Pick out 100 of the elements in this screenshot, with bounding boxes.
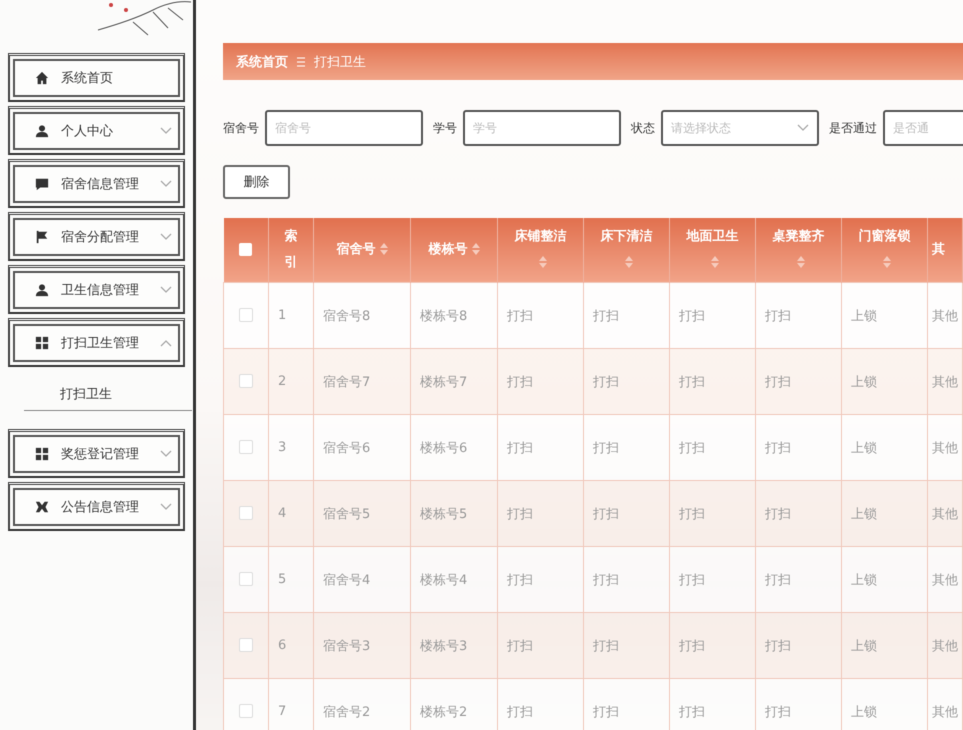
table-cell: 上锁 (851, 308, 877, 324)
input-field[interactable]: 是否通 (883, 110, 963, 146)
table-cell: 上锁 (851, 638, 877, 654)
table-cell: 上锁 (851, 440, 877, 456)
table-cell: 打扫 (507, 506, 533, 522)
table-cell: 宿舍号3 (323, 638, 370, 654)
table-cell: 其他 (932, 308, 958, 324)
table-cell: 3 (278, 440, 286, 455)
table-cell: 打扫 (679, 308, 705, 324)
input-field[interactable]: 学号 (463, 110, 621, 146)
select-field[interactable]: 请选择状态 (661, 110, 819, 146)
table-cell: 打扫 (679, 638, 705, 654)
row-checkbox[interactable] (239, 374, 253, 388)
grid-icon (35, 447, 49, 461)
table-cell: 1 (278, 308, 286, 323)
table-cell: 楼栋号5 (420, 506, 468, 522)
table-cell: 打扫 (593, 506, 619, 522)
table-cell: 上锁 (851, 506, 877, 522)
table-cell: 打扫 (507, 638, 533, 654)
menu-item[interactable]: 公告信息管理 (13, 488, 180, 526)
menu-item[interactable]: 宿舍分配管理 (13, 218, 180, 256)
table-cell: 楼栋号2 (420, 704, 468, 720)
chevron-down-icon (160, 286, 172, 294)
home-icon (35, 71, 49, 85)
column-header: 门窗落锁 (858, 229, 910, 244)
menu-item[interactable]: 打扫卫生管理 (13, 324, 180, 362)
table-cell: 宿舍号8 (323, 308, 370, 324)
filter-label: 学号 (433, 120, 457, 136)
chevron-up-icon (160, 339, 172, 347)
table-cell: 打扫 (679, 704, 705, 720)
filter-label: 宿舍号 (223, 120, 259, 136)
select-all-checkbox[interactable] (239, 242, 252, 256)
menu-item[interactable]: 个人中心 (13, 112, 180, 150)
row-checkbox[interactable] (239, 308, 253, 322)
table-cell: 其他 (932, 572, 958, 588)
table-cell: 其他 (932, 440, 958, 456)
table-cell: 2 (278, 374, 286, 389)
table-cell: 上锁 (851, 374, 877, 390)
menu-item[interactable]: 系统首页 (13, 59, 180, 97)
table-cell: 打扫 (593, 638, 619, 654)
table-cell: 打扫 (765, 506, 791, 522)
sort-icon[interactable] (624, 256, 632, 268)
table-cell: 宿舍号5 (323, 506, 370, 522)
menu-item[interactable]: 卫生信息管理 (13, 271, 180, 309)
table-cell: 宿舍号6 (323, 440, 370, 456)
column-header: 其 (932, 242, 945, 257)
table-cell: 5 (278, 572, 286, 587)
table-cell: 打扫 (507, 440, 533, 456)
user-icon (35, 124, 49, 138)
sort-icon[interactable] (380, 243, 388, 256)
flag-icon (35, 230, 49, 244)
table-cell: 宿舍号4 (323, 572, 370, 588)
row-checkbox[interactable] (239, 572, 253, 586)
chevron-down-icon (797, 124, 809, 132)
table-cell: 楼栋号7 (420, 374, 468, 390)
row-checkbox[interactable] (239, 704, 253, 718)
sort-icon[interactable] (538, 256, 546, 268)
table-cell: 打扫 (765, 440, 791, 456)
table-cell: 楼栋号8 (420, 308, 468, 324)
grid-icon (35, 336, 49, 350)
table-cell: 打扫 (765, 374, 791, 390)
menu-item[interactable]: 宿舍信息管理 (13, 165, 180, 203)
table-cell: 打扫 (593, 572, 619, 588)
sort-icon[interactable] (710, 256, 718, 268)
menu-item[interactable]: 奖惩登记管理 (13, 435, 180, 473)
table-cell: 打扫 (679, 440, 705, 456)
table-cell: 打扫 (765, 704, 791, 720)
input-field[interactable]: 宿舍号 (265, 110, 423, 146)
row-checkbox[interactable] (239, 506, 253, 520)
table-cell: 宿舍号7 (323, 374, 370, 390)
filter-label: 是否通过 (829, 120, 877, 136)
separator-icon (296, 56, 306, 66)
table-cell: 上锁 (851, 704, 877, 720)
column-header: 楼栋号 (428, 242, 468, 257)
row-checkbox[interactable] (239, 638, 253, 652)
table-cell: 其他 (932, 638, 958, 654)
chevron-down-icon (160, 450, 172, 458)
chat-icon (35, 177, 49, 191)
column-header: 床下清洁 (600, 229, 652, 244)
sort-icon[interactable] (796, 256, 804, 268)
column-header: 床铺整洁 (514, 229, 566, 244)
table-cell: 打扫 (679, 374, 705, 390)
table-cell: 宿舍号2 (323, 704, 370, 720)
chevron-down-icon (160, 180, 172, 188)
submenu-item[interactable]: 打扫卫生 (24, 377, 192, 411)
row-checkbox[interactable] (239, 440, 253, 454)
column-header: 桌凳整齐 (772, 229, 824, 244)
table-cell: 打扫 (593, 308, 619, 324)
table-cell: 上锁 (851, 572, 877, 588)
table-cell: 打扫 (679, 506, 705, 522)
delete-button[interactable]: 删除 (223, 165, 290, 199)
table-cell: 打扫 (507, 572, 533, 588)
sort-icon[interactable] (882, 256, 890, 268)
column-header: 索引 (284, 229, 298, 270)
table-cell: 打扫 (593, 704, 619, 720)
table-cell: 打扫 (507, 704, 533, 720)
chevron-down-icon (160, 233, 172, 241)
table-cell: 7 (278, 704, 286, 719)
sort-icon[interactable] (472, 243, 480, 256)
table-cell: 楼栋号4 (420, 572, 468, 588)
